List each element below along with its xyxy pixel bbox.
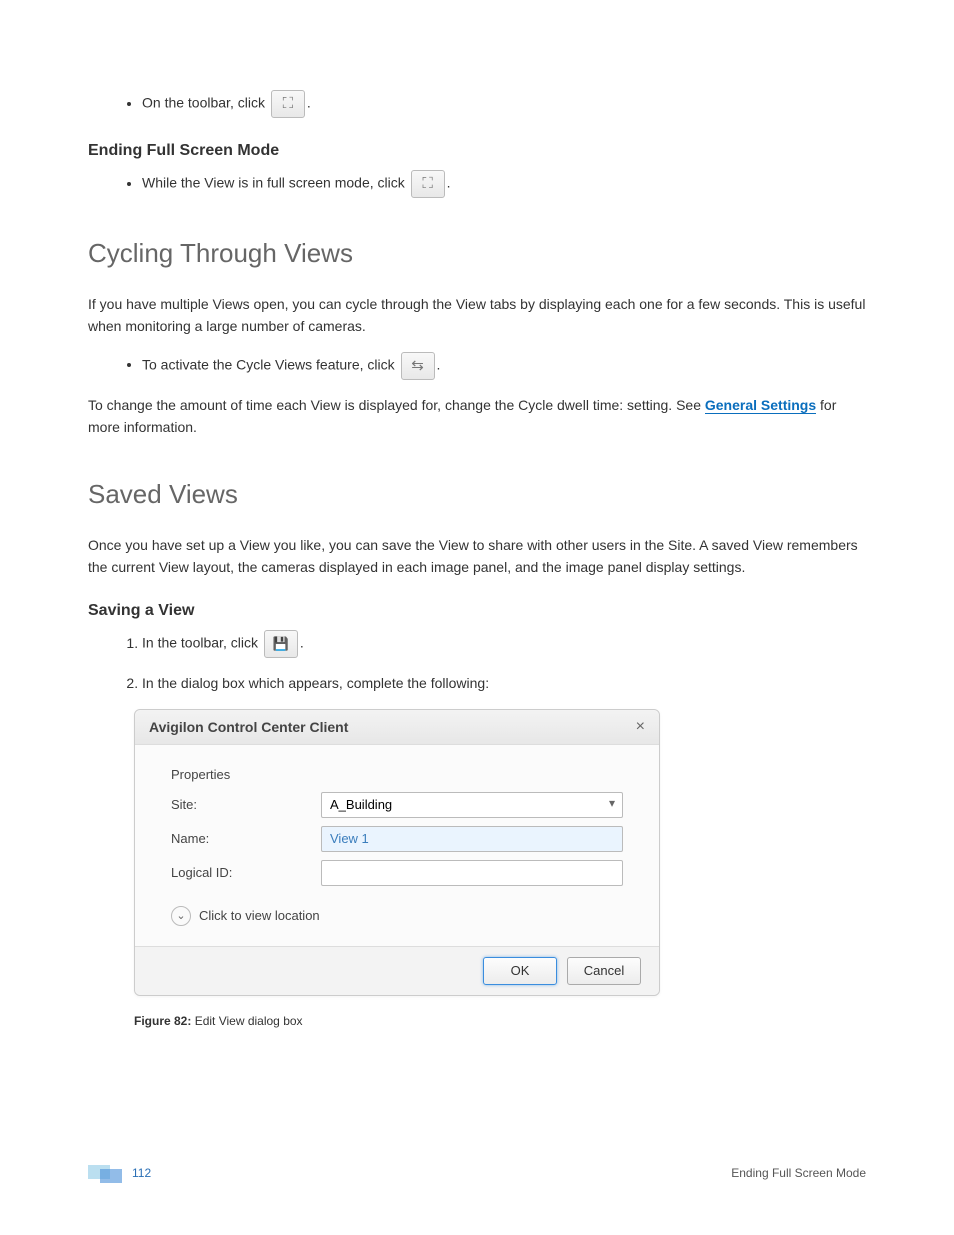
text: .	[307, 95, 311, 111]
cycling-paragraph-1: If you have multiple Views open, you can…	[88, 293, 866, 338]
text: .	[300, 635, 304, 651]
cycling-heading: Cycling Through Views	[88, 238, 866, 269]
chevron-down-icon: ⌄	[171, 906, 191, 926]
site-select[interactable]: A_Building	[321, 792, 623, 818]
text: While the View is in full screen mode, c…	[142, 175, 409, 191]
page-ornament-icon	[88, 1165, 122, 1181]
fullscreen-icon[interactable]: ⛶	[411, 170, 445, 198]
dialog-title-text: Avigilon Control Center Client	[149, 719, 348, 735]
edit-view-dialog: Avigilon Control Center Client × Propert…	[134, 709, 660, 996]
expand-location[interactable]: ⌄ Click to view location	[171, 906, 623, 926]
close-icon[interactable]: ×	[636, 718, 645, 736]
step-1: In the toolbar, click 💾.	[142, 630, 866, 658]
saved-views-heading: Saved Views	[88, 479, 866, 510]
site-label: Site:	[171, 797, 321, 812]
bullet-while-fullscreen: While the View is in full screen mode, c…	[142, 170, 866, 198]
bullet-activate-cycle: To activate the Cycle Views feature, cli…	[142, 352, 866, 380]
ok-button[interactable]: OK	[483, 957, 557, 985]
properties-label: Properties	[171, 767, 623, 782]
figure-caption: Figure 82: Edit View dialog box	[134, 1014, 866, 1028]
dialog-titlebar: Avigilon Control Center Client ×	[135, 710, 659, 745]
logical-id-label: Logical ID:	[171, 865, 321, 880]
text: .	[447, 175, 451, 191]
fullscreen-icon[interactable]: ⛶	[271, 90, 305, 118]
saving-a-view-heading: Saving a View	[88, 602, 866, 620]
page-number: 112	[132, 1166, 151, 1180]
text: .	[437, 356, 441, 372]
expand-label: Click to view location	[199, 908, 320, 923]
cycle-icon[interactable]: ⇆	[401, 352, 435, 380]
cancel-button[interactable]: Cancel	[567, 957, 641, 985]
text: To change the amount of time each View i…	[88, 397, 705, 413]
name-input[interactable]	[321, 826, 623, 852]
text: On the toolbar, click	[142, 95, 269, 111]
name-label: Name:	[171, 831, 321, 846]
text: In the toolbar, click	[142, 635, 262, 651]
cycling-paragraph-2: To change the amount of time each View i…	[88, 394, 866, 439]
bullet-toolbar-click: On the toolbar, click ⛶.	[142, 90, 866, 118]
saved-views-paragraph: Once you have set up a View you like, yo…	[88, 534, 866, 579]
ending-fullscreen-heading: Ending Full Screen Mode	[88, 142, 866, 160]
footer-chapter: Ending Full Screen Mode	[731, 1166, 866, 1180]
save-icon[interactable]: 💾	[264, 630, 298, 658]
text: To activate the Cycle Views feature, cli…	[142, 356, 399, 372]
general-settings-link[interactable]: General Settings	[705, 397, 816, 414]
logical-id-input[interactable]	[321, 860, 623, 886]
step-2: In the dialog box which appears, complet…	[142, 672, 866, 694]
